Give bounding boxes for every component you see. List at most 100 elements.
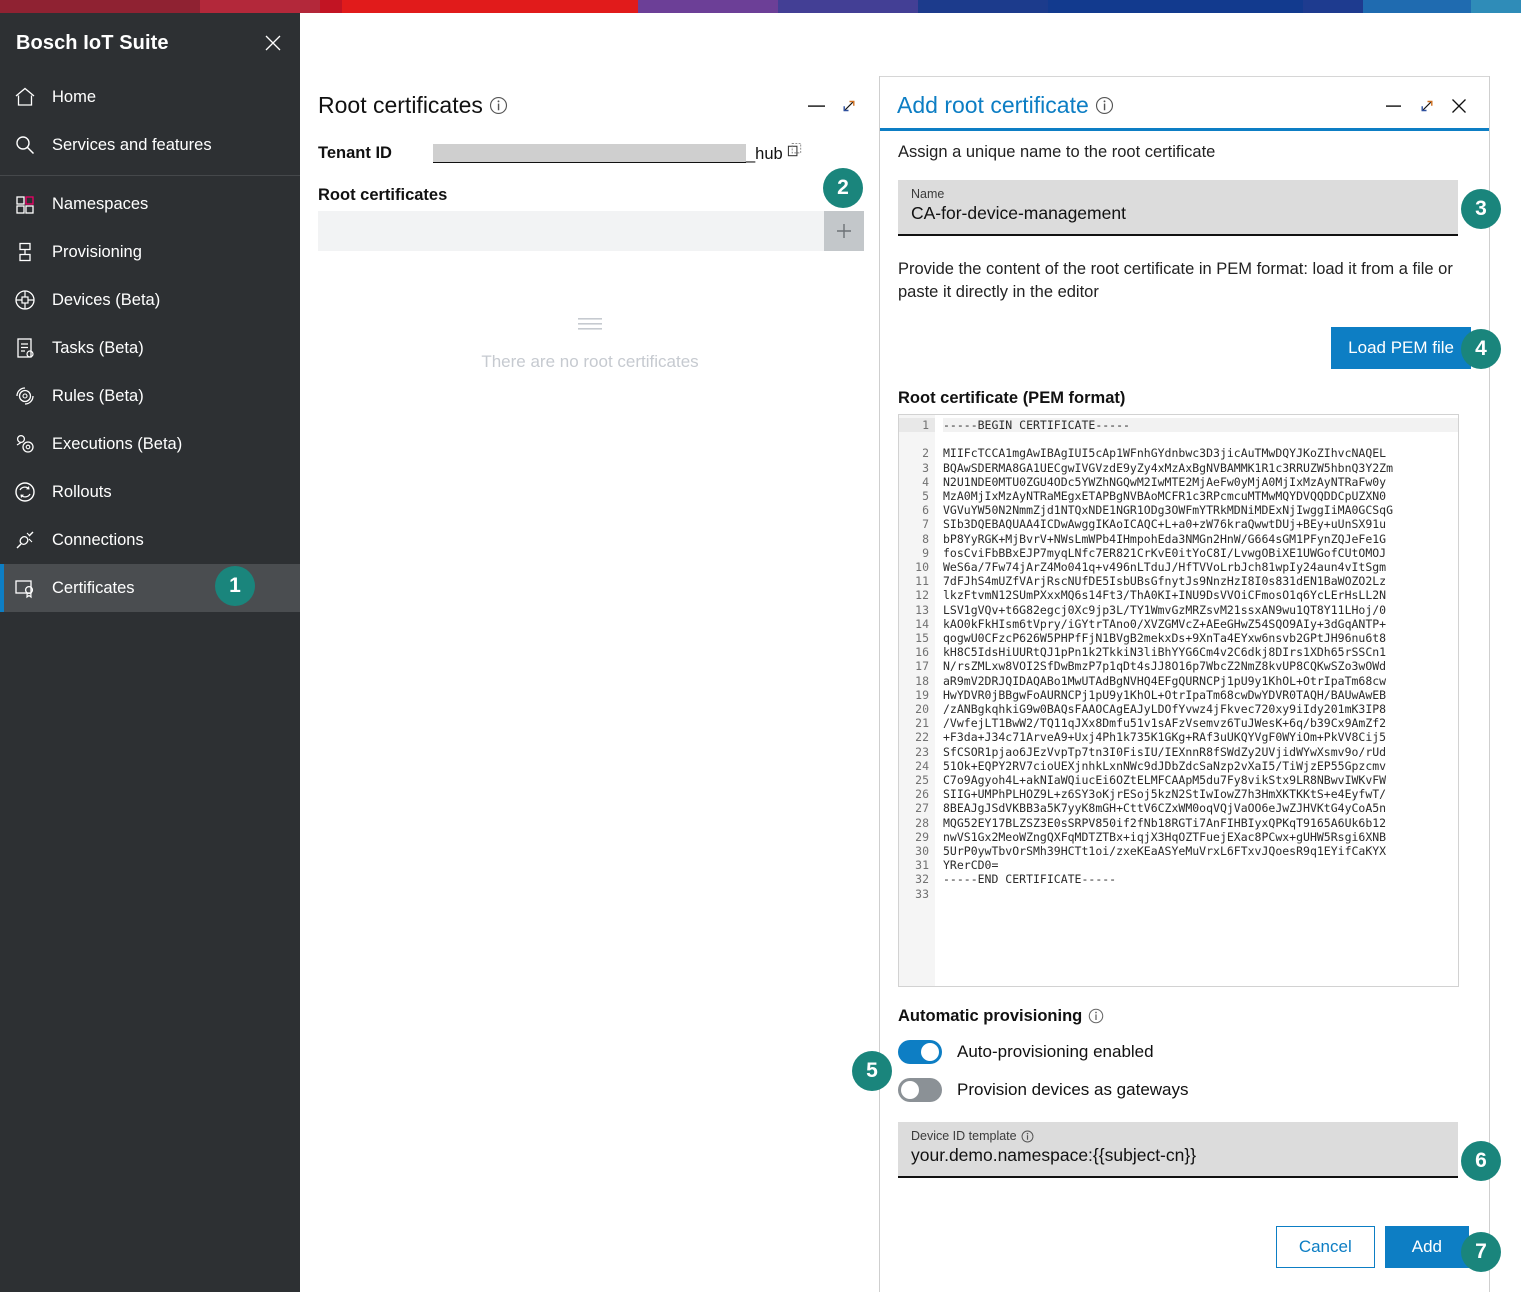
sidebar-item-certificates[interactable]: Certificates [0, 564, 300, 612]
step-badge-1: 1 [215, 566, 255, 606]
empty-state-text: There are no root certificates [481, 352, 699, 371]
expand-icon[interactable] [1417, 96, 1437, 116]
app-title: Bosch IoT Suite [16, 31, 169, 54]
minimize-icon[interactable] [807, 99, 827, 113]
device-id-template-value[interactable]: your.demo.namespace:{{subject-cn}} [911, 1144, 1448, 1168]
sidebar-item-rollouts[interactable]: Rollouts [0, 468, 300, 516]
sidebar-item-label: Executions (Beta) [52, 434, 183, 453]
sidebar-item-tasks-beta[interactable]: Tasks (Beta) [0, 324, 300, 372]
toggle-knob [921, 1042, 939, 1061]
name-helper-text: Assign a unique name to the root certifi… [898, 143, 1216, 161]
sidebar-item-label: Services and features [52, 135, 212, 154]
pem-section-label: Root certificate (PEM format) [898, 388, 1126, 407]
home-icon [14, 84, 48, 110]
device-id-template-field[interactable]: Device ID template your.demo.namespace:{… [898, 1121, 1458, 1178]
sidebar-item-label: Home [52, 87, 97, 106]
brand-bar-segment-2 [320, 0, 342, 13]
load-pem-file-button[interactable]: Load PEM file [1331, 326, 1471, 369]
close-icon[interactable] [260, 30, 286, 56]
sidebar-item-executions-beta[interactable]: Executions (Beta) [0, 420, 300, 468]
pem-helper-text: Provide the content of the root certific… [898, 260, 1453, 302]
provisioning-toggles: Auto-provisioning enabled Provision devic… [898, 1039, 1471, 1102]
sidebar-item-label: Rollouts [52, 482, 112, 501]
sidebar-header: Bosch IoT Suite [0, 13, 300, 73]
list-icon [578, 318, 602, 330]
brand-bar-segment-4 [638, 0, 778, 13]
copy-icon[interactable] [787, 142, 804, 164]
minimize-icon[interactable] [1385, 99, 1405, 113]
sidebar-item-home[interactable]: Home [0, 73, 300, 121]
tenant-id-suffix: _hub [746, 145, 783, 163]
brand-bar-segment-7 [1048, 0, 1303, 13]
automatic-provisioning-label: Automatic provisioning [898, 1007, 1471, 1026]
brand-bar-segment-3 [342, 0, 638, 13]
add-button[interactable]: Add [1384, 1226, 1469, 1268]
cancel-button[interactable]: Cancel [1275, 1226, 1375, 1268]
name-field[interactable]: Name CA-for-device-management [898, 180, 1458, 237]
step-badge-5: 5 [852, 1051, 892, 1091]
search-icon [14, 132, 48, 158]
sidebar-item-connections[interactable]: Connections [0, 516, 300, 564]
provisioning-icon [14, 239, 48, 265]
right-panel-header: Add root certificate [880, 76, 1489, 119]
name-field-label: Name [911, 187, 945, 202]
step-badge-4: 4 [1461, 329, 1501, 369]
device-id-template-label-row: Device ID template [911, 1129, 1448, 1144]
tasks-icon [14, 335, 48, 361]
left-panel-header: Root certificates [301, 76, 879, 119]
connections-icon [14, 527, 48, 553]
page-title: Root certificates [318, 92, 483, 118]
brand-bar-segment-5 [778, 0, 918, 13]
add-root-certificate-button[interactable] [824, 211, 864, 251]
sidebar-item-label: Connections [52, 530, 144, 549]
expand-icon[interactable] [839, 96, 859, 116]
brand-bar-segment-6 [918, 0, 1048, 13]
name-field-value[interactable]: CA-for-device-management [911, 202, 1448, 226]
editor-content[interactable]: -----BEGIN CERTIFICATE----- MIIFcTCCA1mg… [935, 415, 1458, 986]
sidebar-item-label: Certificates [52, 578, 135, 597]
brand-bar-segment-8 [1303, 0, 1363, 13]
provision-as-gateways-toggle[interactable] [898, 1077, 942, 1102]
close-icon[interactable] [1449, 96, 1469, 116]
toggle-knob [901, 1080, 919, 1099]
device-id-template-label: Device ID template [911, 1128, 1017, 1143]
brand-gradient-bar [0, 0, 1521, 13]
devices-icon [14, 287, 48, 313]
panel-divider-right [1489, 76, 1490, 1292]
info-icon[interactable] [489, 96, 508, 115]
sidebar-item-services-and-features[interactable]: Services and features [0, 121, 300, 169]
search-input[interactable] [318, 211, 824, 251]
info-icon[interactable] [1088, 1008, 1104, 1024]
dialog-footer: Cancel Add [898, 1226, 1469, 1268]
tenant-id-label: Tenant ID [318, 143, 392, 162]
info-icon[interactable] [1095, 96, 1114, 115]
right-panel-top-divider [880, 76, 1489, 77]
sidebar-divider [0, 175, 300, 176]
pem-editor[interactable]: 1 2 3 4 5 6 7 8 9 10 11 12 13 14 15 16 1… [898, 413, 1459, 987]
sidebar-item-rules-beta[interactable]: Rules (Beta) [0, 372, 300, 420]
sidebar-item-devices-beta[interactable]: Devices (Beta) [0, 276, 300, 324]
certificates-icon [14, 575, 48, 601]
sidebar-item-label: Rules (Beta) [52, 386, 144, 405]
step-badge-3: 3 [1461, 189, 1501, 229]
sidebar-item-label: Devices (Beta) [52, 290, 161, 309]
toggle-label: Auto-provisioning enabled [957, 1041, 1154, 1061]
right-panel-body: Assign a unique name to the root certifi… [880, 141, 1489, 1178]
step-badge-7: 7 [1461, 1232, 1501, 1272]
info-icon[interactable] [1021, 1130, 1034, 1143]
editor-line-numbers: 1 2 3 4 5 6 7 8 9 10 11 12 13 14 15 16 1… [899, 414, 935, 986]
namespaces-icon [14, 191, 48, 217]
step-badge-6: 6 [1461, 1141, 1501, 1181]
sidebar-item-label: Provisioning [52, 242, 142, 261]
load-pem-row: Load PEM file [898, 326, 1471, 369]
sidebar-item-provisioning[interactable]: Provisioning [0, 228, 300, 276]
rules-icon [14, 383, 48, 409]
brand-bar-segment-0 [0, 0, 200, 13]
brand-bar-segment-10 [1471, 0, 1521, 13]
add-root-certificate-panel: Add root certificate Assign a unique nam… [880, 76, 1489, 1292]
executions-icon [14, 431, 48, 457]
sidebar-item-namespaces[interactable]: Namespaces [0, 180, 300, 228]
tenant-id-value [433, 143, 746, 163]
auto-provisioning-toggle[interactable] [898, 1039, 942, 1064]
root-certificates-toolbar [318, 211, 864, 251]
